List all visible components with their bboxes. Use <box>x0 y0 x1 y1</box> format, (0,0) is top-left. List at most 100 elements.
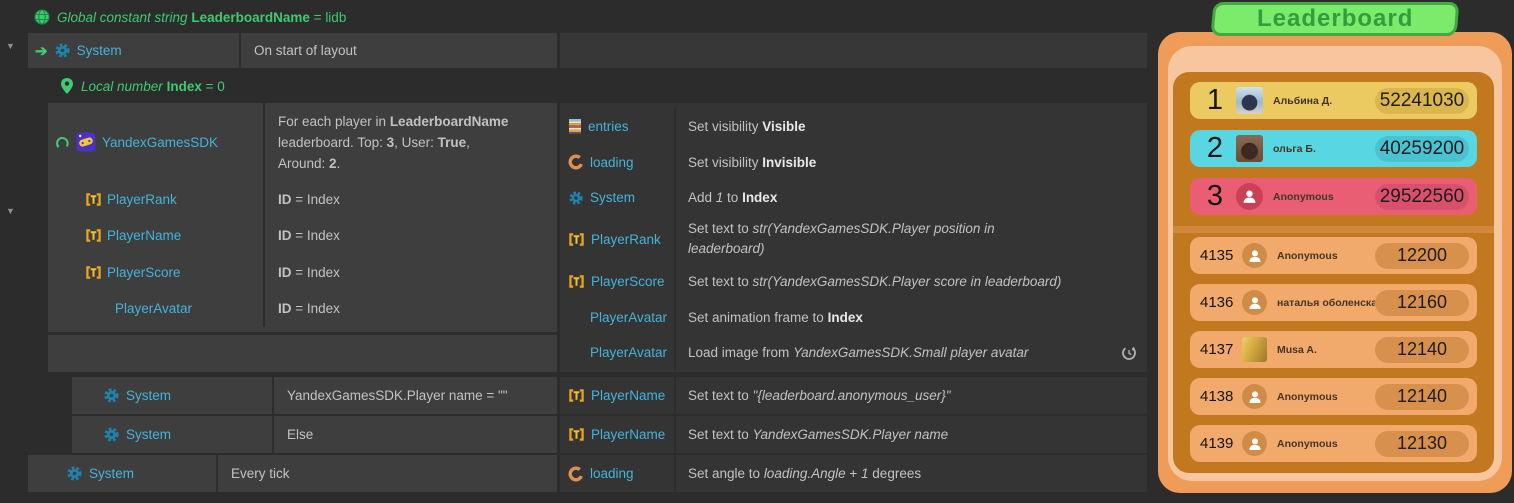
condition-playerrank[interactable]: PlayerRank ID = Index <box>48 181 557 218</box>
collapse-triangle-icon[interactable]: ▼ <box>6 42 15 51</box>
construct3-event-sheet-window: ▼ ▼ Global constant string LeaderboardNa… <box>0 0 1514 503</box>
action-playername-setname[interactable]: PlayerName Set text to YandexGamesSDK.Pl… <box>560 416 1147 453</box>
event-foreach-player[interactable]: YandexGamesSDK For each player in Leader… <box>48 103 557 332</box>
leaderboard-row-4135: 4135 Anonymous 12200 <box>1190 237 1477 274</box>
action-object-name: PlayerName <box>591 427 665 442</box>
globe-icon <box>34 9 50 25</box>
action-loading-invisible[interactable]: loading Set visibility Invisible <box>560 144 1147 180</box>
trigger-arrow-icon: ➔ <box>35 42 48 60</box>
player-avatar <box>1236 135 1263 162</box>
action-playeravatar-loadimage[interactable]: PlayerAvatar Load image from YandexGames… <box>560 335 1147 370</box>
anonymous-avatar-icon <box>1242 243 1267 268</box>
leaderboard-rows-container: 1 Альбина Д. 52241030 2 ольга Б. 4025920… <box>1173 72 1494 473</box>
action-object-name: loading <box>590 466 634 481</box>
equals-sign: = <box>314 10 322 25</box>
player-name: Anonymous <box>1277 438 1375 450</box>
event-every-tick[interactable]: System Every tick <box>28 455 557 492</box>
event-player-name-empty[interactable]: System YandexGamesSDK.Player name = "" <box>72 377 557 414</box>
action-loading-rotate[interactable]: loading Set angle to loading.Angle + 1 d… <box>560 455 1147 492</box>
local-var-name: Index <box>167 79 202 94</box>
loading-spinner-icon <box>568 466 584 482</box>
action-playername-anonymous[interactable]: PlayerName Set text to "{leaderboard.ano… <box>560 377 1147 414</box>
rank-label: 1 <box>1200 84 1230 117</box>
global-variable-row[interactable]: Global constant string LeaderboardName =… <box>34 4 346 30</box>
leaderboard-title: Leaderboard <box>1257 5 1413 33</box>
anonymous-avatar-icon <box>1242 290 1267 315</box>
action-object-name: PlayerName <box>591 388 665 403</box>
leaderboard-row-4137: 4137 Musa A. 12140 <box>1190 331 1477 368</box>
condition-object-name: System <box>126 427 171 442</box>
foreach-actions-panel[interactable]: entries Set visibility Visible loading S… <box>560 103 1147 372</box>
gear-icon <box>103 387 120 404</box>
leaderboard-preview: 1 Альбина Д. 52241030 2 ольга Б. 4025920… <box>1158 0 1514 503</box>
condition-playeravatar[interactable]: PlayerAvatar ID = Index <box>48 291 557 328</box>
gear-icon <box>54 42 71 59</box>
condition-text[interactable]: YandexGamesSDK.Player name = "" <box>274 388 508 403</box>
text-object-icon <box>568 232 585 247</box>
gear-icon <box>568 190 584 206</box>
yandex-games-sdk-icon <box>76 132 96 152</box>
foreach-loop-icon <box>55 135 70 150</box>
score-badge: 12140 <box>1375 384 1469 410</box>
action-object-name: entries <box>588 119 629 134</box>
condition-object-name: PlayerScore <box>107 265 181 280</box>
anonymous-avatar-icon <box>1242 431 1267 456</box>
score-badge: 40259200 <box>1375 136 1469 162</box>
condition-playername[interactable]: PlayerName ID = Index <box>48 218 557 255</box>
score-badge: 29522560 <box>1375 184 1469 210</box>
action-playerscore-settext[interactable]: PlayerScore Set text to str(YandexGamesS… <box>560 263 1147 299</box>
action-area-empty[interactable] <box>560 33 1147 68</box>
player-avatar <box>1242 337 1267 362</box>
rank-label: 4136 <box>1200 294 1236 311</box>
score-badge: 12130 <box>1375 431 1469 457</box>
leaderboard-title-tag: Leaderboard <box>1211 2 1460 36</box>
score-badge: 12160 <box>1375 290 1469 316</box>
rank-label: 4135 <box>1200 247 1236 264</box>
local-var-type: Local number <box>81 79 163 94</box>
event-foreach-empty-strip[interactable] <box>48 335 557 372</box>
player-avatar <box>1236 87 1263 114</box>
action-entries-visible[interactable]: entries Set visibility Visible <box>560 108 1147 144</box>
text-object-icon <box>85 228 102 243</box>
condition-playerscore[interactable]: PlayerScore ID = Index <box>48 254 557 291</box>
map-pin-icon <box>60 77 74 95</box>
player-name: ольга Б. <box>1273 143 1375 155</box>
gear-icon <box>66 465 83 482</box>
local-variable-row[interactable]: Local number Index = 0 <box>60 73 225 99</box>
global-var-value: lidb <box>325 10 346 25</box>
player-name: Musa A. <box>1277 344 1375 356</box>
condition-object-name: System <box>77 43 122 58</box>
action-object-name: PlayerRank <box>591 232 661 247</box>
player-name: наталья оболенская <box>1277 297 1375 309</box>
condition-text[interactable]: Else <box>274 427 313 442</box>
player-name: Anonymous <box>1273 191 1375 203</box>
score-badge: 12140 <box>1375 337 1469 363</box>
action-playeravatar-frame[interactable]: PlayerAvatar Set animation frame to Inde… <box>560 299 1147 335</box>
player-name: Anonymous <box>1277 250 1375 262</box>
condition-object-name: PlayerRank <box>107 192 177 207</box>
leaderboard-row-1: 1 Альбина Д. 52241030 <box>1190 82 1477 119</box>
condition-text[interactable]: For each player in LeaderboardName leade… <box>263 103 557 181</box>
condition-object-name: System <box>126 388 171 403</box>
global-var-name: LeaderboardName <box>191 10 310 25</box>
condition-object-name: PlayerName <box>107 228 181 243</box>
anonymous-avatar-icon <box>1236 183 1263 210</box>
rank-label: 4139 <box>1200 435 1236 452</box>
action-add-to-index[interactable]: System Add 1 to Index <box>560 180 1147 215</box>
global-var-type: Global constant string <box>57 10 188 25</box>
text-object-icon <box>568 427 585 442</box>
equals-sign: = <box>206 79 214 94</box>
event-else[interactable]: System Else <box>72 416 557 453</box>
score-badge: 12200 <box>1375 243 1469 269</box>
condition-text[interactable]: On start of layout <box>241 43 357 58</box>
action-object-name: PlayerAvatar <box>590 310 667 325</box>
collapse-triangle-icon[interactable]: ▼ <box>6 207 15 216</box>
rank-label: 3 <box>1200 180 1230 213</box>
event-on-start-of-layout[interactable]: ➔ System On start of layout <box>28 33 557 68</box>
action-playerrank-settext[interactable]: PlayerRank Set text to str(YandexGamesSD… <box>560 215 1147 263</box>
action-object-name: System <box>590 190 635 205</box>
condition-object-name: YandexGamesSDK <box>102 135 218 150</box>
async-action-icon <box>1121 345 1137 361</box>
condition-object-name: PlayerAvatar <box>115 301 192 316</box>
condition-text[interactable]: Every tick <box>218 466 290 481</box>
